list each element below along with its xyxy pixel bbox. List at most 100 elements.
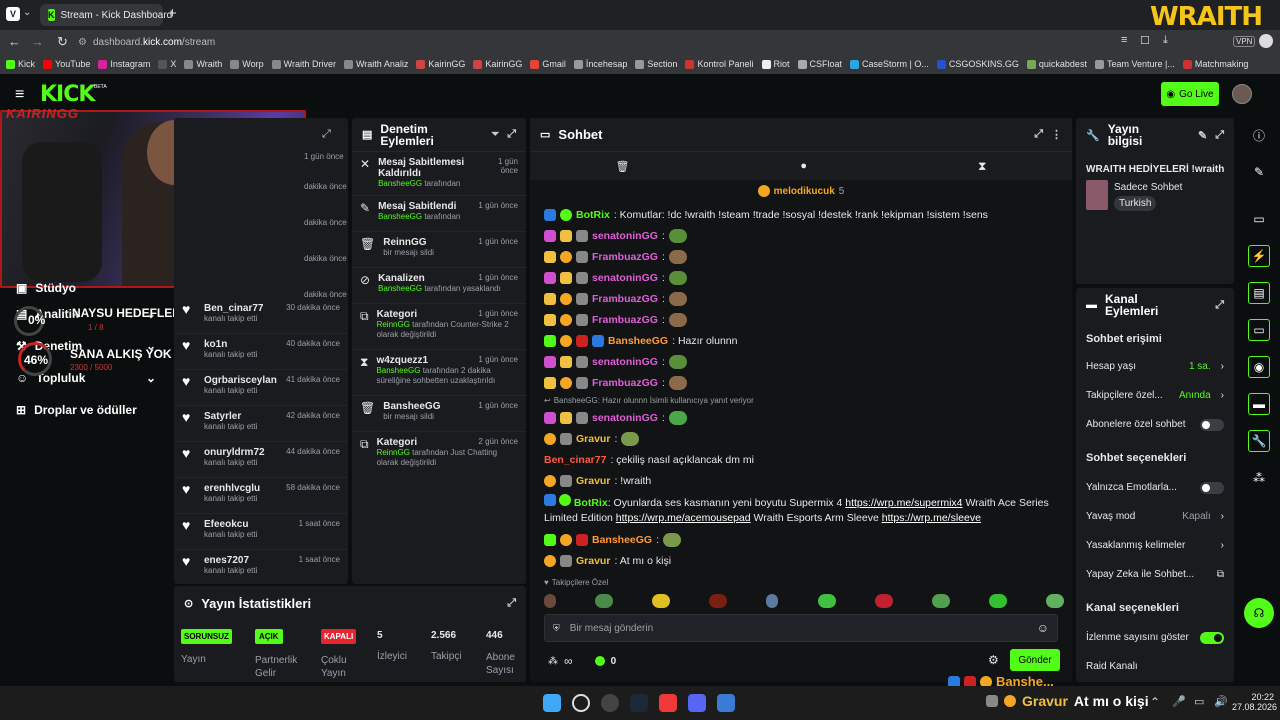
chat-link[interactable]: https://wrp.me/supermix4 <box>845 497 962 509</box>
banned-words-row[interactable]: Yasaklanmış kelimeler › <box>1076 531 1234 560</box>
wrench-icon[interactable]: 🔧 <box>1248 430 1270 452</box>
app-icon[interactable] <box>717 694 735 712</box>
bookmark-item[interactable]: Kick <box>6 59 35 69</box>
chat-user[interactable]: BotRix <box>574 497 608 509</box>
follower-name[interactable]: enes7207 <box>204 555 249 566</box>
bookmark-item[interactable]: Instagram <box>98 59 150 69</box>
reload-icon[interactable]: ↻ <box>57 34 68 50</box>
mod-actor[interactable]: BansheeGG <box>378 179 422 188</box>
expand-icon[interactable]: ⤢ <box>507 597 516 610</box>
vpn-badge[interactable]: VPN <box>1233 36 1256 47</box>
message-icon[interactable]: ● <box>800 160 807 172</box>
chat-user[interactable]: Gravur <box>576 475 610 487</box>
chat-user[interactable]: FrambuazGG <box>592 293 658 305</box>
chat-user[interactable]: Gravur <box>576 555 610 567</box>
card-icon[interactable]: ▬ <box>1248 393 1270 415</box>
trash-icon[interactable]: 🗑 <box>615 160 629 173</box>
follower-name[interactable]: erenhlvcglu <box>204 483 260 494</box>
download-icon[interactable]: ⤓ <box>1163 34 1168 47</box>
emote-icon[interactable] <box>544 594 556 608</box>
emote-icon[interactable] <box>709 594 728 608</box>
send-button[interactable]: Gönder <box>1010 649 1060 671</box>
clock[interactable]: 20:22 27.08.2026 <box>1232 692 1277 712</box>
expand-icon[interactable]: ⤢ <box>1034 128 1043 141</box>
chat-user[interactable]: BansheeGG <box>592 534 652 546</box>
volume-icon[interactable]: 🔊 <box>1214 695 1228 708</box>
site-info-icon[interactable]: ⚙ <box>78 37 87 48</box>
search-icon[interactable] <box>572 694 590 712</box>
info-icon[interactable]: ⓘ <box>1248 124 1270 146</box>
follower-name[interactable]: Ben_cinar77 <box>204 303 263 314</box>
ai-chat-row[interactable]: Yapay Zeka ile Sohbet... ⧉ <box>1076 560 1234 589</box>
chat-user[interactable]: BotRix <box>576 209 610 221</box>
hourglass-icon[interactable]: ⧗ <box>978 159 986 174</box>
discord-icon[interactable] <box>688 694 706 712</box>
mic-icon[interactable]: 🎤 <box>1172 695 1186 708</box>
vivaldi-icon[interactable] <box>659 694 677 712</box>
go-live-button[interactable]: ◉ Go Live <box>1161 82 1219 106</box>
expand-icon[interactable]: ⤢ <box>1215 129 1224 142</box>
hamburger-icon[interactable]: ≡ <box>15 86 24 104</box>
emote-icon[interactable] <box>1045 594 1064 608</box>
profile-icon[interactable] <box>1259 34 1273 48</box>
bookmark-item[interactable]: Gmail <box>530 59 566 69</box>
points-icon[interactable]: ⁂ <box>548 656 558 667</box>
bookmark-item[interactable]: CSGOSKINS.GG <box>936 59 1019 69</box>
bookmark-item[interactable]: Worp <box>230 59 264 69</box>
filter-icon[interactable]: ⏷ <box>491 129 499 140</box>
follower-name[interactable]: Efeeokcu <box>204 519 248 530</box>
chat-user[interactable]: senatoninGG <box>592 230 658 242</box>
windows-start-icon[interactable] <box>543 694 561 712</box>
chat-input[interactable]: ⛨ Bir mesaj gönderin ☺ <box>544 614 1058 642</box>
raid-row[interactable]: Raid Kanalı <box>1076 652 1234 681</box>
nav-studio[interactable]: ▣ Stüdyo <box>0 278 172 298</box>
mod-actor[interactable]: BansheeGG <box>378 284 422 293</box>
bookmark-item[interactable]: KairinGG <box>473 59 522 69</box>
support-icon[interactable]: ☊ <box>1244 598 1274 628</box>
new-tab-button[interactable]: + <box>168 5 177 22</box>
bookmark-item[interactable]: CaseStorm | O... <box>850 59 929 69</box>
record-icon[interactable]: ◉ <box>1248 356 1270 378</box>
chat-user[interactable]: FrambuazGG <box>592 314 658 326</box>
chat-user[interactable]: senatoninGG <box>592 412 658 424</box>
mod-actor[interactable]: BansheeGG <box>376 366 420 375</box>
emote-icon[interactable] <box>595 594 614 608</box>
kick-logo[interactable]: KICK <box>40 82 95 107</box>
chat-icon[interactable]: ▭ <box>1248 319 1270 341</box>
lightning-icon[interactable]: ⚡ <box>1248 245 1270 267</box>
followers-only-row[interactable]: Takipçilere özel... Anında › <box>1076 381 1234 410</box>
emote-icon[interactable] <box>931 594 950 608</box>
chat-user[interactable]: FrambuazGG <box>592 251 658 263</box>
account-age-row[interactable]: Hesap yaşı 1 sa. › <box>1076 352 1234 381</box>
chat-user[interactable]: FrambuazGG <box>592 377 658 389</box>
category-thumb[interactable] <box>1086 180 1108 210</box>
edit-icon[interactable]: ✎ <box>1198 129 1207 142</box>
nav-drops[interactable]: ⊞ Droplar ve ödüller <box>0 394 172 426</box>
address-field[interactable]: ⚙ dashboard.kick.com/stream <box>78 33 1148 51</box>
back-icon[interactable]: ← <box>8 34 21 49</box>
list-icon[interactable]: ▤ <box>1248 282 1270 304</box>
bookmark-item[interactable]: YouTube <box>43 59 90 69</box>
tab-list-icon[interactable]: ⌄ <box>23 7 31 18</box>
bookmark-item[interactable]: Riot <box>761 59 790 69</box>
bookmark-item[interactable]: KairinGG <box>416 59 465 69</box>
bookmark-item[interactable]: X <box>158 59 176 69</box>
emotes-only-toggle[interactable] <box>1200 481 1224 494</box>
browser-menu-icon[interactable]: V <box>6 7 20 21</box>
emote-icon[interactable] <box>817 594 836 608</box>
follower-name[interactable]: Ogrbarisceylan <box>204 375 277 386</box>
chat-user[interactable]: senatoninGG <box>592 272 658 284</box>
mod-actor[interactable]: BansheeGG <box>378 212 422 221</box>
follower-name[interactable]: ko1n <box>204 339 227 350</box>
bookmark-item[interactable]: Wraith Driver <box>271 59 336 69</box>
mod-actor[interactable]: ReinnGG <box>377 448 410 457</box>
follower-name[interactable]: onuryldrm72 <box>204 447 265 458</box>
browser-tab-active[interactable]: K Stream - Kick Dashboard <box>40 4 172 26</box>
expand-icon[interactable]: ⤢ <box>322 128 331 141</box>
bookmark-item[interactable]: Wraith <box>184 59 222 69</box>
share-icon[interactable]: ⁂ <box>1248 467 1270 489</box>
chat-user[interactable]: BansheeGG <box>608 335 668 347</box>
forward-icon[interactable]: → <box>31 34 44 49</box>
steam-icon[interactable] <box>630 694 648 712</box>
more-options-icon[interactable]: ⋮ <box>1051 128 1062 141</box>
